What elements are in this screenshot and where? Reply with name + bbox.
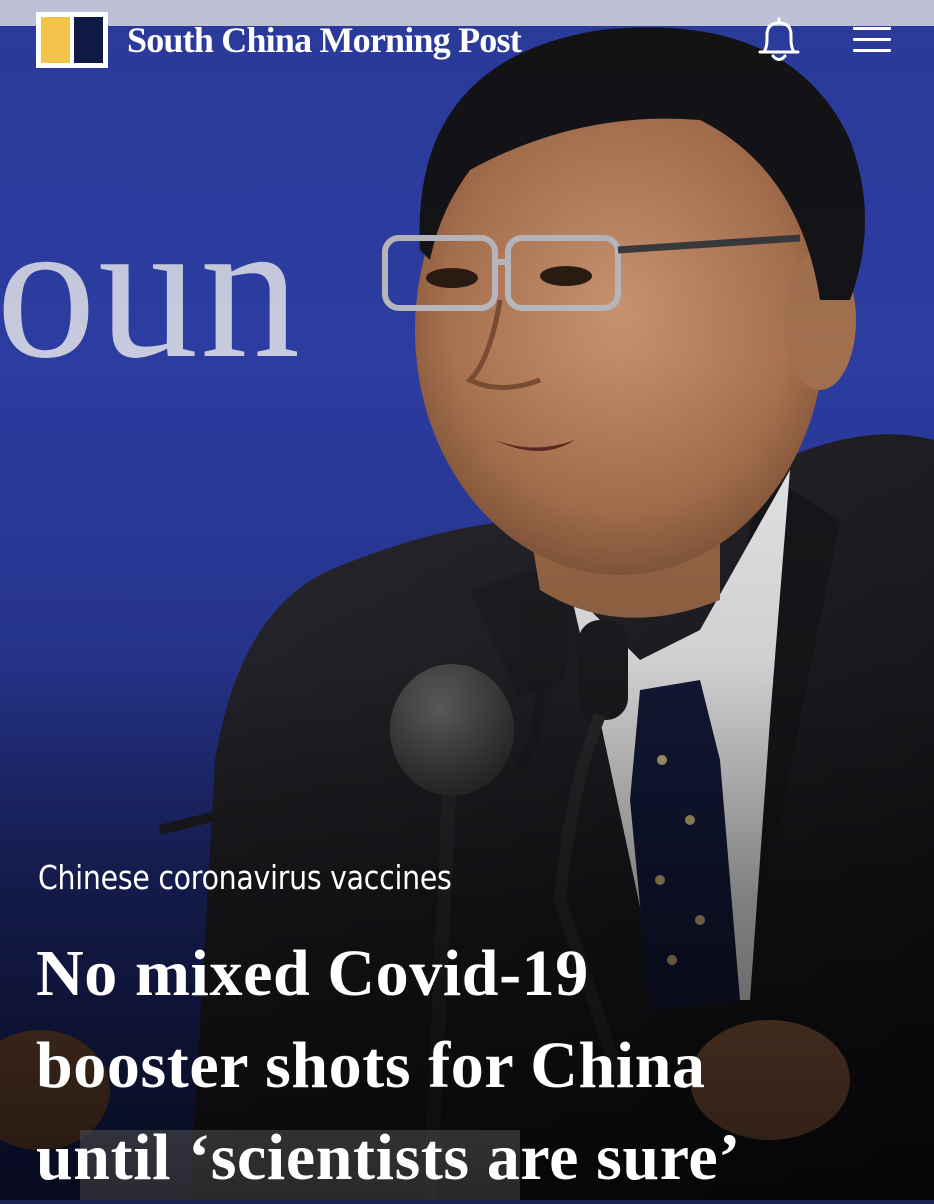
menu-bar bbox=[853, 49, 891, 52]
menu-bar bbox=[853, 27, 891, 30]
scmp-logo-icon[interactable] bbox=[36, 12, 108, 68]
headline-line: No mixed Covid-19 bbox=[36, 937, 589, 1010]
headline-line: booster shots for China bbox=[36, 1029, 706, 1102]
bell-icon[interactable] bbox=[752, 14, 806, 66]
logo-navy-block bbox=[74, 17, 103, 63]
brand-name[interactable]: South China Morning Post bbox=[127, 18, 522, 62]
hamburger-menu-icon[interactable] bbox=[850, 22, 894, 58]
article-topic-link[interactable]: Chinese coronavirus vaccines bbox=[38, 852, 452, 904]
logo-yellow-block bbox=[41, 17, 70, 63]
headline-line: until ‘scientists are sure’ bbox=[36, 1121, 741, 1194]
article-headline[interactable]: No mixed Covid-19 booster shots for Chin… bbox=[36, 928, 916, 1204]
site-header: South China Morning Post bbox=[0, 0, 934, 84]
menu-bar bbox=[853, 38, 891, 41]
